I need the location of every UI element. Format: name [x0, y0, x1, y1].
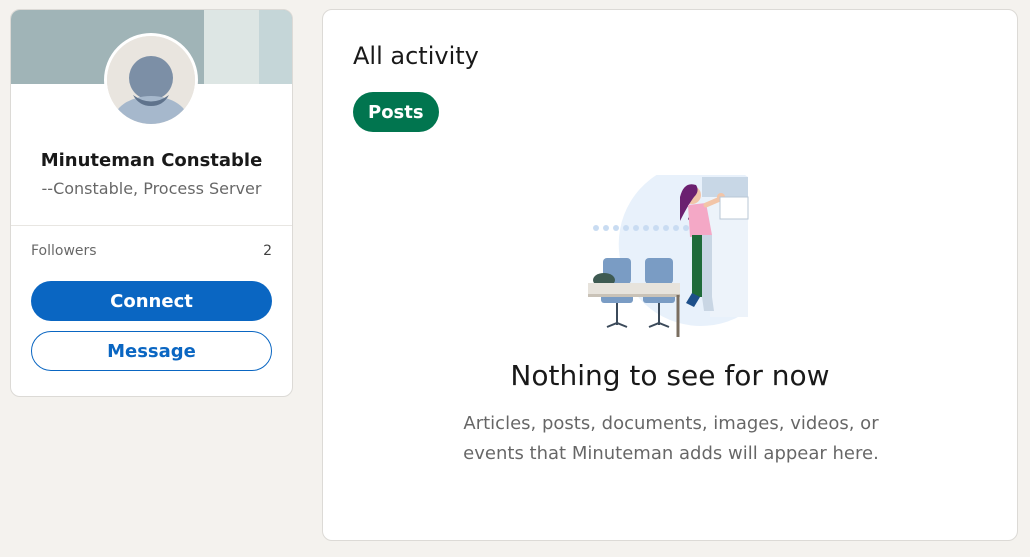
empty-state-illustration: [588, 175, 749, 337]
followers-row: Followers 2: [31, 243, 272, 259]
connect-button[interactable]: Connect: [31, 281, 272, 321]
divider: [11, 225, 292, 226]
empty-state-title: Nothing to see for now: [510, 359, 830, 392]
banner-stripe: [204, 10, 259, 84]
message-button[interactable]: Message: [31, 331, 272, 371]
activity-title: All activity: [353, 42, 479, 70]
profile-card: Minuteman Constable --Constable, Process…: [10, 9, 293, 397]
followers-count: 2: [263, 243, 272, 259]
posts-filter-pill[interactable]: Posts: [353, 92, 439, 132]
followers-label: Followers: [31, 243, 97, 259]
activity-card: All activity Posts Nothing to see for no…: [322, 9, 1018, 541]
avatar[interactable]: [104, 33, 198, 127]
empty-state-description: Articles, posts, documents, images, vide…: [463, 413, 879, 464]
default-avatar-icon: [107, 36, 195, 124]
profile-headline: --Constable, Process Server: [41, 179, 262, 198]
profile-name[interactable]: Minuteman Constable: [11, 150, 292, 171]
banner-stripe: [259, 10, 292, 84]
